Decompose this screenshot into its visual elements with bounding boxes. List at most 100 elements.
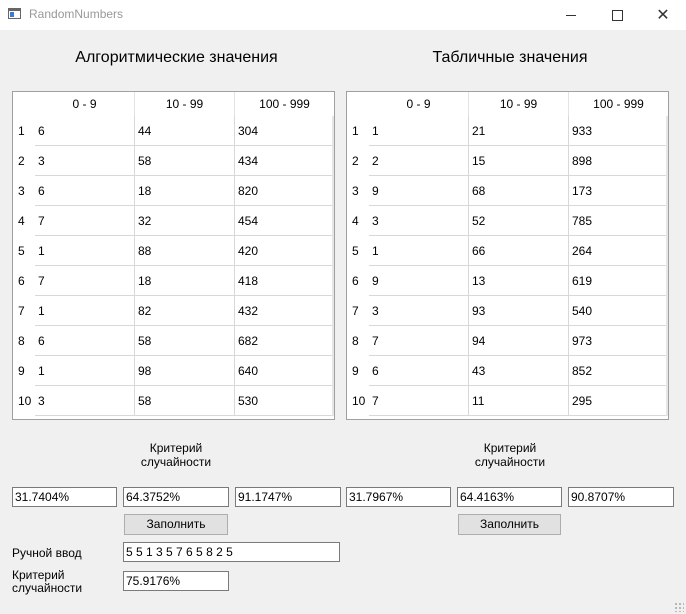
table-cell[interactable]: 68 [469, 176, 569, 206]
manual-criterion-field[interactable]: 75.9176% [123, 571, 229, 591]
minimize-button[interactable] [548, 0, 594, 30]
row-header[interactable]: 10 [347, 386, 369, 416]
row-header[interactable]: 3 [347, 176, 369, 206]
row-header[interactable]: 3 [13, 176, 35, 206]
row-header[interactable]: 6 [13, 266, 35, 296]
right-criterion-field-0-9[interactable]: 31.7967% [346, 487, 451, 507]
row-header[interactable]: 1 [347, 116, 369, 146]
table-cell[interactable]: 93 [469, 296, 569, 326]
resize-grip-icon[interactable] [674, 602, 684, 612]
table-cell[interactable]: 18 [135, 266, 235, 296]
table-cell[interactable]: 973 [569, 326, 668, 356]
table-cell[interactable]: 9 [369, 176, 469, 206]
algorithmic-values-table[interactable]: 0 - 9 10 - 99 100 - 999 1 6 44 304 2 3 58 434 3 6 18 8… [12, 91, 335, 420]
table-cell[interactable]: 933 [569, 116, 668, 146]
table-cell[interactable]: 66 [469, 236, 569, 266]
table-cell[interactable]: 432 [235, 296, 334, 326]
column-header[interactable]: 100 - 999 [569, 92, 668, 116]
row-header[interactable]: 4 [13, 206, 35, 236]
row-header[interactable]: 2 [347, 146, 369, 176]
table-cell[interactable]: 11 [469, 386, 569, 416]
row-header[interactable]: 5 [347, 236, 369, 266]
table-cell[interactable]: 418 [235, 266, 334, 296]
row-header[interactable]: 4 [347, 206, 369, 236]
row-header[interactable]: 2 [13, 146, 35, 176]
table-cell[interactable]: 1 [35, 296, 135, 326]
table-cell[interactable]: 6 [369, 356, 469, 386]
table-scrollbar[interactable] [332, 116, 334, 416]
table-cell[interactable]: 88 [135, 236, 235, 266]
table-cell[interactable]: 852 [569, 356, 668, 386]
table-cell[interactable]: 7 [35, 206, 135, 236]
table-cell[interactable]: 7 [369, 386, 469, 416]
row-header[interactable]: 9 [347, 356, 369, 386]
table-cell[interactable]: 1 [369, 116, 469, 146]
row-header[interactable]: 9 [13, 356, 35, 386]
table-cell[interactable]: 530 [235, 386, 334, 416]
table-cell[interactable]: 619 [569, 266, 668, 296]
table-cell[interactable]: 7 [369, 326, 469, 356]
table-cell[interactable]: 98 [135, 356, 235, 386]
table-cell[interactable]: 1 [35, 236, 135, 266]
table-cell[interactable]: 15 [469, 146, 569, 176]
table-cell[interactable]: 173 [569, 176, 668, 206]
table-cell[interactable]: 3 [369, 206, 469, 236]
row-header[interactable]: 10 [13, 386, 35, 416]
right-fill-button[interactable]: Заполнить [458, 514, 561, 535]
table-cell[interactable]: 785 [569, 206, 668, 236]
table-cell[interactable]: 295 [569, 386, 668, 416]
table-cell[interactable]: 3 [369, 296, 469, 326]
column-header[interactable]: 0 - 9 [35, 92, 135, 116]
table-cell[interactable]: 44 [135, 116, 235, 146]
table-cell[interactable]: 898 [569, 146, 668, 176]
left-criterion-field-100-999[interactable]: 91.1747% [235, 487, 341, 507]
table-cell[interactable]: 58 [135, 386, 235, 416]
table-values-table[interactable]: 0 - 9 10 - 99 100 - 999 1 1 21 933 2 2 15 898 3 9 68 1… [346, 91, 669, 420]
table-cell[interactable]: 82 [135, 296, 235, 326]
table-cell[interactable]: 6 [35, 116, 135, 146]
table-cell[interactable]: 1 [369, 236, 469, 266]
left-fill-button[interactable]: Заполнить [124, 514, 228, 535]
row-header[interactable]: 6 [347, 266, 369, 296]
table-cell[interactable]: 304 [235, 116, 334, 146]
table-cell[interactable]: 32 [135, 206, 235, 236]
column-header[interactable]: 0 - 9 [369, 92, 469, 116]
table-cell[interactable]: 43 [469, 356, 569, 386]
row-header[interactable]: 7 [347, 296, 369, 326]
table-scrollbar[interactable] [666, 116, 668, 416]
table-cell[interactable]: 13 [469, 266, 569, 296]
table-cell[interactable]: 6 [35, 326, 135, 356]
table-cell[interactable]: 540 [569, 296, 668, 326]
table-cell[interactable]: 21 [469, 116, 569, 146]
column-header[interactable]: 10 - 99 [135, 92, 235, 116]
table-cell[interactable]: 52 [469, 206, 569, 236]
maximize-button[interactable] [594, 0, 640, 30]
left-criterion-field-0-9[interactable]: 31.7404% [12, 487, 117, 507]
left-criterion-field-10-99[interactable]: 64.3752% [123, 487, 229, 507]
table-cell[interactable]: 94 [469, 326, 569, 356]
table-cell[interactable]: 682 [235, 326, 334, 356]
table-cell[interactable]: 18 [135, 176, 235, 206]
table-cell[interactable]: 7 [35, 266, 135, 296]
table-cell[interactable]: 454 [235, 206, 334, 236]
column-header[interactable]: 100 - 999 [235, 92, 334, 116]
manual-input-field[interactable]: 5 5 1 3 5 7 6 5 8 2 5 [123, 542, 340, 562]
right-criterion-field-10-99[interactable]: 64.4163% [457, 487, 562, 507]
row-header[interactable]: 8 [347, 326, 369, 356]
table-cell[interactable]: 640 [235, 356, 334, 386]
table-cell[interactable]: 1 [35, 356, 135, 386]
table-cell[interactable]: 434 [235, 146, 334, 176]
table-cell[interactable]: 420 [235, 236, 334, 266]
table-cell[interactable]: 2 [369, 146, 469, 176]
column-header[interactable]: 10 - 99 [469, 92, 569, 116]
table-cell[interactable]: 6 [35, 176, 135, 206]
right-criterion-field-100-999[interactable]: 90.8707% [568, 487, 674, 507]
table-cell[interactable]: 58 [135, 146, 235, 176]
row-header[interactable]: 7 [13, 296, 35, 326]
table-cell[interactable]: 3 [35, 146, 135, 176]
row-header[interactable]: 8 [13, 326, 35, 356]
table-cell[interactable]: 58 [135, 326, 235, 356]
close-button[interactable]: ✕ [640, 0, 686, 30]
table-cell[interactable]: 264 [569, 236, 668, 266]
table-cell[interactable]: 9 [369, 266, 469, 296]
